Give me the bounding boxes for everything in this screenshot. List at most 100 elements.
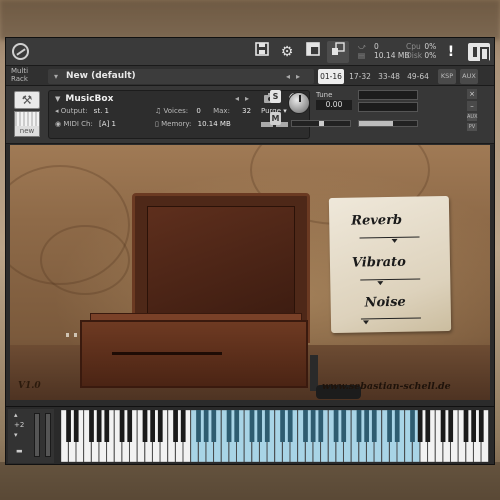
black-key[interactable] xyxy=(173,410,178,442)
black-key[interactable] xyxy=(425,410,431,442)
pv-button[interactable]: PV xyxy=(467,123,477,131)
black-key[interactable] xyxy=(234,410,240,442)
vibrato-label: Vibrato xyxy=(351,254,406,271)
rack-view-icon[interactable] xyxy=(468,43,490,61)
solo-button[interactable]: S xyxy=(270,90,281,103)
black-key[interactable] xyxy=(211,410,217,442)
black-key[interactable] xyxy=(104,410,110,442)
black-key[interactable] xyxy=(478,410,484,442)
voices-row: ♫ Voices: 0 Max: 32 xyxy=(155,107,251,115)
minus-icon[interactable]: ▬ xyxy=(16,447,23,455)
resize-icon[interactable] xyxy=(327,41,349,63)
tune-value[interactable]: 0.00 xyxy=(316,100,352,110)
reverb-slider-handle[interactable] xyxy=(391,238,398,243)
tab-17-32[interactable]: 17-32 xyxy=(347,69,373,84)
black-key[interactable] xyxy=(440,410,446,442)
black-key[interactable] xyxy=(249,410,255,442)
black-key[interactable] xyxy=(371,410,377,442)
multi-name-field[interactable]: ▾ New (default) xyxy=(48,69,314,84)
black-key[interactable] xyxy=(196,410,201,442)
reverb-slider[interactable] xyxy=(359,236,420,239)
black-key[interactable] xyxy=(341,410,347,442)
black-key[interactable] xyxy=(157,410,163,442)
black-key[interactable] xyxy=(150,410,156,442)
black-key[interactable] xyxy=(226,410,232,442)
view-icon[interactable] xyxy=(302,41,324,63)
black-key[interactable] xyxy=(127,410,133,442)
black-key[interactable] xyxy=(180,410,186,442)
piano-keyboard[interactable] xyxy=(61,410,489,462)
tab-49-64[interactable]: 49-64 xyxy=(405,69,431,84)
chevron-down-icon[interactable]: ▼ xyxy=(55,95,60,103)
black-key[interactable] xyxy=(264,410,270,442)
black-key[interactable] xyxy=(280,410,285,442)
black-key[interactable] xyxy=(142,410,148,442)
midi-memory-readout: ⤻ 0 ▤ 10.14 MB xyxy=(358,42,410,60)
tab-ksp[interactable]: KSP xyxy=(438,69,456,84)
octave-down-icon[interactable]: ▾ xyxy=(14,431,18,439)
mod-wheel[interactable] xyxy=(45,413,51,457)
vibrato-slider[interactable] xyxy=(360,278,421,281)
black-key[interactable] xyxy=(310,410,316,442)
warning-icon[interactable]: ! xyxy=(444,41,458,63)
black-key[interactable] xyxy=(394,410,400,442)
aux-button[interactable]: AUX xyxy=(467,113,478,121)
memory-row: ▯ Memory: 10.14 MB xyxy=(155,120,231,128)
black-key[interactable] xyxy=(364,410,370,442)
black-key[interactable] xyxy=(89,410,94,442)
close-icon[interactable]: × xyxy=(467,89,477,99)
black-key[interactable] xyxy=(303,410,308,442)
noise-slider-handle[interactable] xyxy=(362,320,370,325)
keyboard-controls: ▴ +2 ▾ ▬ xyxy=(8,409,54,463)
pan-slider[interactable] xyxy=(291,120,351,127)
midi-channel-row: ◉ MIDI Ch: [A] 1 xyxy=(55,120,116,128)
mute-button[interactable]: M xyxy=(270,112,281,125)
main-toolbar: ⚙ ⤻ 0 ▤ 10.14 MB Cpu 0% Disk 0% ! xyxy=(6,38,494,66)
max-voices-value[interactable]: 32 xyxy=(242,107,251,115)
black-key[interactable] xyxy=(333,410,339,442)
minimize-icon[interactable]: – xyxy=(467,101,477,111)
tab-33-48[interactable]: 33-48 xyxy=(376,69,402,84)
volume-slider[interactable] xyxy=(358,120,418,127)
black-key[interactable] xyxy=(387,410,392,442)
black-key[interactable] xyxy=(318,410,324,442)
black-key[interactable] xyxy=(203,410,209,442)
voices-label: Voices: xyxy=(163,107,189,115)
reverb-label: Reverb xyxy=(351,212,403,229)
save-icon[interactable] xyxy=(251,41,273,63)
gear-icon[interactable]: ⚙ xyxy=(276,41,298,63)
black-key[interactable] xyxy=(287,410,293,442)
black-key[interactable] xyxy=(119,410,125,442)
black-key[interactable] xyxy=(73,410,79,442)
kontakt-logo-icon[interactable] xyxy=(12,43,29,60)
tune-label: Tune xyxy=(316,91,333,99)
black-key[interactable] xyxy=(257,410,263,442)
instrument-name[interactable]: ▼ MusicBox xyxy=(55,94,113,104)
instrument-nav-arrows[interactable]: ◂▸ xyxy=(235,94,255,103)
octave-value: +2 xyxy=(14,421,25,429)
black-key[interactable] xyxy=(356,410,362,442)
multi-nav-arrows[interactable]: ◂▸ xyxy=(286,69,306,84)
wrench-icon[interactable]: ⚒ xyxy=(14,91,40,109)
tab-01-16[interactable]: 01-16 xyxy=(318,69,344,84)
tune-knob[interactable] xyxy=(288,92,310,114)
output-value[interactable]: st. 1 xyxy=(94,107,109,115)
black-key[interactable] xyxy=(417,410,423,442)
website-link[interactable]: www.sebastian-schell.de xyxy=(322,381,451,392)
midi-channel-value[interactable]: [A] 1 xyxy=(99,120,116,128)
midi-count: 0 xyxy=(374,42,379,51)
tab-aux[interactable]: AUX xyxy=(460,69,478,84)
noise-slider[interactable] xyxy=(360,317,421,320)
black-key[interactable] xyxy=(463,410,469,442)
pitch-wheel[interactable] xyxy=(34,413,40,457)
vibrato-slider-handle[interactable] xyxy=(377,281,384,286)
chevron-down-icon[interactable]: ▾ xyxy=(54,69,58,84)
black-key[interactable] xyxy=(448,410,454,442)
memory-value: 10.14 MB xyxy=(197,120,231,128)
noise-label: Noise xyxy=(364,294,406,311)
black-key[interactable] xyxy=(471,410,477,442)
black-key[interactable] xyxy=(96,410,102,442)
black-key[interactable] xyxy=(66,410,71,442)
black-key[interactable] xyxy=(410,410,415,442)
octave-up-icon[interactable]: ▴ xyxy=(14,411,18,419)
